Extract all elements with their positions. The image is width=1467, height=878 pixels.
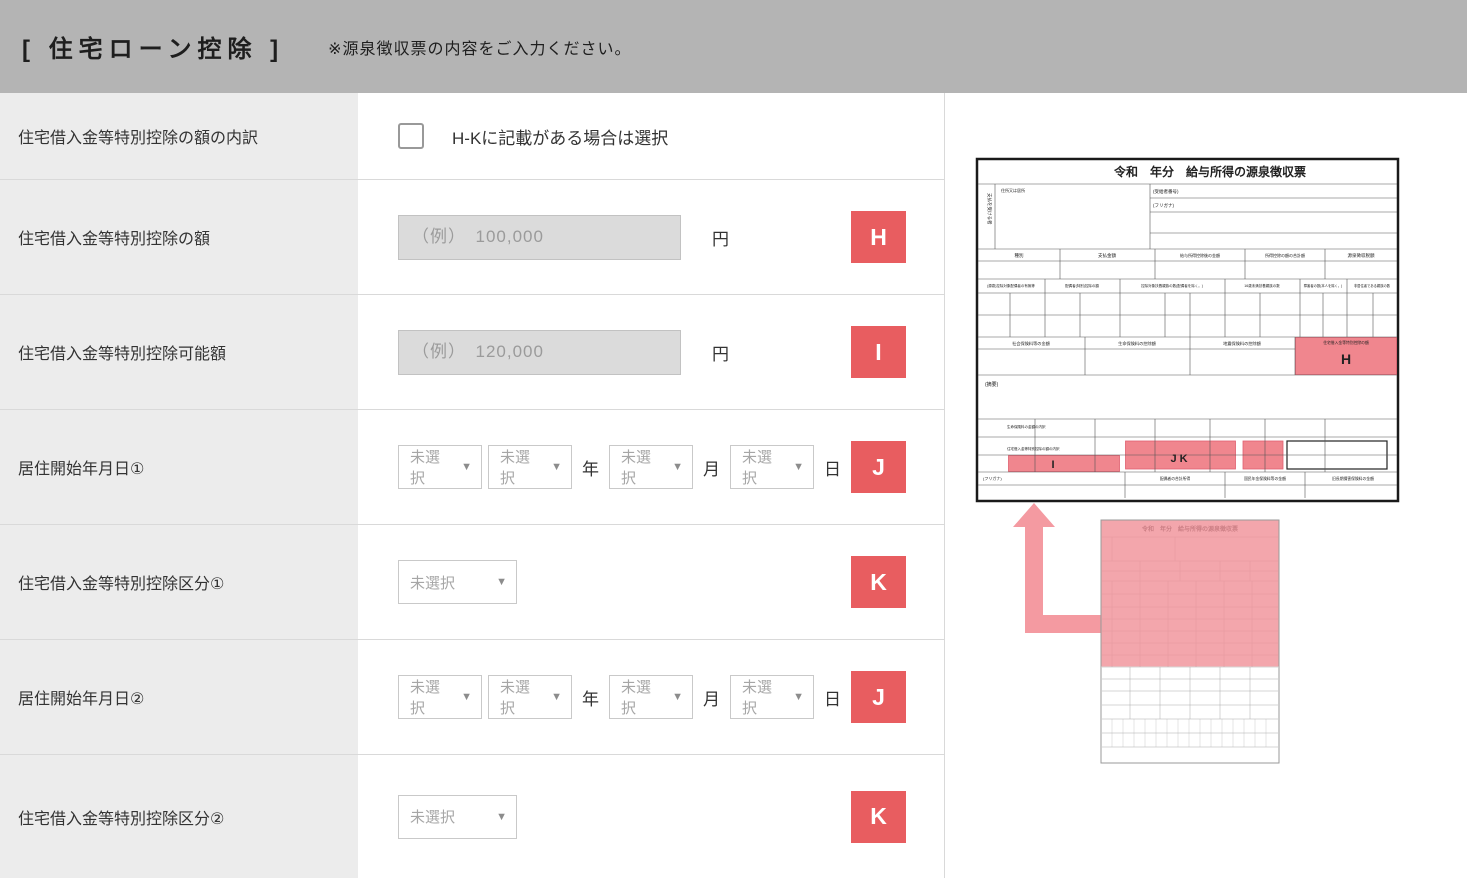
row-label: 居住開始年月日① xyxy=(0,410,358,524)
svg-text:源泉徴収税額: 源泉徴収税額 xyxy=(1348,252,1375,259)
svg-text:障害者の数(本人を除く。): 障害者の数(本人を除く。) xyxy=(1304,283,1342,288)
chevron-down-icon: ▼ xyxy=(672,691,683,703)
svg-text:(フリガナ): (フリガナ) xyxy=(1153,202,1174,209)
chevron-down-icon: ▼ xyxy=(793,461,804,473)
residence-start-1-month-select[interactable]: 未選択 ▼ xyxy=(609,445,693,489)
form-row-residence-start-1: 居住開始年月日① 未選択 ▼ 未選択 ▼ 年 未選択 ▼ 月 未選択 ▼ 日 J xyxy=(0,410,944,525)
form-row-residence-start-2: 居住開始年月日② 未選択 ▼ 未選択 ▼ 年 未選択 ▼ 月 未選択 ▼ 日 J xyxy=(0,640,944,755)
chevron-down-icon: ▼ xyxy=(551,691,562,703)
row-label: 居住開始年月日② xyxy=(0,640,358,754)
badge-i: I xyxy=(851,326,906,378)
page-title: [ 住宅ローン控除 ] xyxy=(22,36,285,63)
gensen-choshuhyo-reference-panel: 令和 年分 給与所得の源泉徴収票 支払を受ける者 住所又は居所 (受給者番号) … xyxy=(944,93,1467,878)
svg-text:国民年金保険料等の金額: 国民年金保険料等の金額 xyxy=(1244,476,1286,481)
svg-text:I: I xyxy=(1051,459,1054,471)
year-unit-label: 年 xyxy=(582,689,599,709)
chevron-down-icon: ▼ xyxy=(461,461,472,473)
deduction-category-2-select[interactable]: 未選択 ▼ xyxy=(398,794,517,839)
residence-start-1-day-select[interactable]: 未選択 ▼ xyxy=(730,445,814,489)
svg-text:住宅借入金等特別控除の額の内訳: 住宅借入金等特別控除の額の内訳 xyxy=(1007,446,1060,451)
day-unit-label: 日 xyxy=(824,459,841,479)
row-label: 住宅借入金等特別控除区分② xyxy=(0,755,358,878)
svg-text:非居住者である親族の数: 非居住者である親族の数 xyxy=(1354,283,1391,288)
form-row-deduction-category-2: 住宅借入金等特別控除区分② 未選択 ▼ K xyxy=(0,755,944,878)
row-label: 住宅借入金等特別控除の額 xyxy=(0,180,358,294)
hk-entry-checkbox[interactable] xyxy=(398,123,424,149)
svg-text:支払金額: 支払金額 xyxy=(1098,252,1116,259)
residence-start-2-month-select[interactable]: 未選択 ▼ xyxy=(609,675,693,719)
svg-text:(フリガナ): (フリガナ) xyxy=(983,475,1002,481)
residence-start-1-era-select[interactable]: 未選択 ▼ xyxy=(398,445,482,489)
residence-start-2-year-select[interactable]: 未選択 ▼ xyxy=(488,675,572,719)
badge-j: J xyxy=(851,671,906,723)
svg-text:住宅借入金等特別控除の額: 住宅借入金等特別控除の額 xyxy=(1323,340,1369,345)
row-label: 住宅借入金等特別控除の額の内訳 xyxy=(0,93,358,179)
svg-text:種別: 種別 xyxy=(1015,252,1024,259)
allowable-amount-input[interactable] xyxy=(398,329,681,375)
form-row-deduction-category-1: 住宅借入金等特別控除区分① 未選択 ▼ K xyxy=(0,525,944,640)
svg-text:16歳未満扶養親族の数: 16歳未満扶養親族の数 xyxy=(1244,283,1280,288)
svg-text:令和 年分 給与所得の源泉徴収票: 令和 年分 給与所得の源泉徴収票 xyxy=(1113,164,1306,179)
svg-text:生命保険料の金額の内訳: 生命保険料の金額の内訳 xyxy=(1007,424,1046,429)
form-row-deduction-amount: 住宅借入金等特別控除の額 円 H xyxy=(0,180,944,295)
badge-h: H xyxy=(851,211,906,263)
chevron-down-icon: ▼ xyxy=(551,461,562,473)
svg-text:(摘要): (摘要) xyxy=(985,381,999,388)
svg-text:配偶者の合計所得: 配偶者の合計所得 xyxy=(1160,476,1191,481)
badge-j: J xyxy=(851,441,906,493)
svg-text:(受給者番号): (受給者番号) xyxy=(1153,188,1179,195)
svg-text:生命保険料の控除額: 生命保険料の控除額 xyxy=(1118,340,1157,347)
svg-text:社会保険料等の金額: 社会保険料等の金額 xyxy=(1012,340,1051,347)
chevron-down-icon: ▼ xyxy=(496,810,507,823)
arrow-up-icon xyxy=(1013,503,1105,633)
svg-text:J K: J K xyxy=(1170,453,1187,465)
form-row-allowable-amount: 住宅借入金等特別控除可能額 円 I xyxy=(0,295,944,410)
svg-text:控除対象扶養親族の数(配偶者を除く。): 控除対象扶養親族の数(配偶者を除く。) xyxy=(1141,283,1203,288)
gensen-choshuhyo-reference-image: 令和 年分 給与所得の源泉徴収票 支払を受ける者 住所又は居所 (受給者番号) … xyxy=(975,157,1400,503)
residence-start-1-year-select[interactable]: 未選択 ▼ xyxy=(488,445,572,489)
svg-text:給与所得控除後の金額: 給与所得控除後の金額 xyxy=(1180,252,1220,258)
form-row-breakdown: 住宅借入金等特別控除の額の内訳 H-Kに記載がある場合は選択 xyxy=(0,93,944,180)
svg-text:支払を受ける者: 支払を受ける者 xyxy=(986,193,993,225)
chevron-down-icon: ▼ xyxy=(793,691,804,703)
svg-text:住所又は居所: 住所又は居所 xyxy=(1001,187,1025,193)
year-unit-label: 年 xyxy=(582,459,599,479)
housing-loan-deduction-page: [ 住宅ローン控除 ] ※源泉徴収票の内容をご入力ください。 住宅借入金等特別控… xyxy=(0,0,1467,878)
form-area: 住宅借入金等特別控除の額の内訳 H-Kに記載がある場合は選択 住宅借入金等特別控… xyxy=(0,93,944,878)
badge-k: K xyxy=(851,790,906,843)
residence-start-2-day-select[interactable]: 未選択 ▼ xyxy=(730,675,814,719)
deduction-category-1-select[interactable]: 未選択 ▼ xyxy=(398,560,517,604)
hk-entry-checkbox-label: H-Kに記載がある場合は選択 xyxy=(452,128,669,148)
row-label: 住宅借入金等特別控除可能額 xyxy=(0,295,358,409)
month-unit-label: 月 xyxy=(703,459,720,479)
svg-text:所得控除の額の合計額: 所得控除の額の合計額 xyxy=(1265,252,1305,258)
residence-start-2-era-select[interactable]: 未選択 ▼ xyxy=(398,675,482,719)
chevron-down-icon: ▼ xyxy=(496,576,507,588)
page-note: ※源泉徴収票の内容をご入力ください。 xyxy=(328,40,632,58)
svg-text:H: H xyxy=(1341,351,1351,367)
month-unit-label: 月 xyxy=(703,689,720,709)
chevron-down-icon: ▼ xyxy=(461,691,472,703)
chevron-down-icon: ▼ xyxy=(672,461,683,473)
badge-k: K xyxy=(851,556,906,608)
svg-text:地震保険料の控除額: 地震保険料の控除額 xyxy=(1223,340,1262,347)
row-label: 住宅借入金等特別控除区分① xyxy=(0,525,358,639)
yen-unit-label: 円 xyxy=(712,229,729,249)
yen-unit-label: 円 xyxy=(712,344,729,364)
deduction-amount-input[interactable] xyxy=(398,214,681,260)
svg-text:(源泉)控除対象配偶者の有無等: (源泉)控除対象配偶者の有無等 xyxy=(987,283,1035,288)
svg-text:旧長期損害保険料の金額: 旧長期損害保険料の金額 xyxy=(1332,476,1374,481)
day-unit-label: 日 xyxy=(824,689,841,709)
svg-text:配偶者(特別)控除の額: 配偶者(特別)控除の額 xyxy=(1065,283,1099,288)
section-header: [ 住宅ローン控除 ] ※源泉徴収票の内容をご入力ください。 xyxy=(0,0,1467,93)
gensen-choshuhyo-thumbnail-image: 令和 年分 給与所得の源泉徴収票 xyxy=(1100,519,1280,764)
